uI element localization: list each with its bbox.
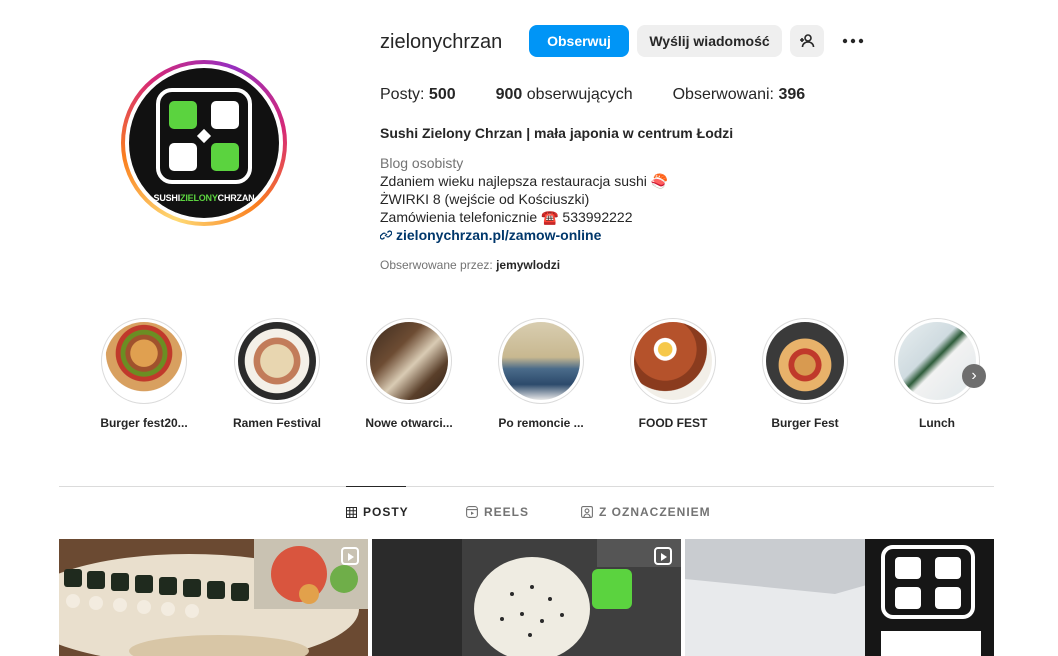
- followers-link[interactable]: 900 obserwujących: [496, 86, 633, 104]
- more-horizontal-icon: [842, 38, 864, 44]
- suggested-users-button[interactable]: [790, 25, 824, 57]
- highlight-cover-burger: [105, 322, 183, 400]
- logo-frame: [156, 88, 252, 184]
- story-highlight[interactable]: Po remoncie ...: [486, 318, 596, 430]
- post-thumbnail[interactable]: [59, 539, 368, 656]
- tagged-icon: [581, 506, 593, 518]
- profile-username: zielonychrzan: [380, 31, 503, 53]
- more-options-button[interactable]: [836, 25, 870, 57]
- bio-line: Zamówienia telefonicznie ☎️ 533992222: [380, 209, 633, 225]
- story-highlight[interactable]: FOOD FEST: [618, 318, 728, 430]
- highlight-cover-food: [634, 322, 712, 400]
- followed-by[interactable]: Obserwowane przez: jemywlodzi: [380, 258, 560, 272]
- tab-posts[interactable]: POSTY: [346, 505, 409, 519]
- highlight-cover-mural: [502, 322, 580, 400]
- story-highlight[interactable]: Ramen Festival: [222, 318, 332, 430]
- story-highlight[interactable]: Burger Fest: [750, 318, 860, 430]
- profile-stats: Posty: 500 900 obserwujących Obserwowani…: [380, 86, 845, 104]
- story-highlight[interactable]: Nowe otwarci...: [354, 318, 464, 430]
- highlight-cover-sushi: [898, 322, 976, 400]
- follow-button[interactable]: Obserwuj: [529, 25, 629, 57]
- story-highlight[interactable]: Burger fest20...: [89, 318, 199, 430]
- reels-icon: [466, 506, 478, 518]
- tabs-divider: [59, 486, 994, 487]
- reel-badge-icon: [654, 547, 672, 565]
- reel-badge-icon: [341, 547, 359, 565]
- highlight-cover-burger: [766, 322, 844, 400]
- chevron-right-icon: ›: [971, 367, 977, 384]
- highlight-cover-ramen: [238, 322, 316, 400]
- storefront-sign-photo: [685, 539, 994, 656]
- active-tab-indicator: [346, 486, 406, 487]
- post-thumbnail[interactable]: [372, 539, 681, 656]
- avatar: SUSHIZIELONYCHRZAN: [129, 68, 279, 218]
- person-plus-icon: [800, 34, 815, 48]
- profile-avatar-ring[interactable]: SUSHIZIELONYCHRZAN: [121, 60, 287, 226]
- ice-cream-photo: [372, 539, 681, 656]
- profile-full-name: Sushi Zielony Chrzan | mała japonia w ce…: [380, 125, 734, 141]
- link-icon: [380, 230, 392, 240]
- profile-website-link[interactable]: zielonychrzan.pl/zamow-online: [380, 227, 601, 243]
- highlights-next-button[interactable]: ›: [962, 364, 986, 388]
- highlight-cover-interior: [370, 322, 448, 400]
- bio-line: Zdaniem wieku najlepsza restauracja sush…: [380, 173, 669, 189]
- following-link[interactable]: Obserwowani: 396: [673, 86, 806, 104]
- message-button[interactable]: Wyślij wiadomość: [637, 25, 782, 57]
- profile-category: Blog osobisty: [380, 155, 464, 171]
- tab-reels[interactable]: REELS: [466, 505, 529, 519]
- grid-icon: [346, 506, 357, 518]
- posts-count: Posty: 500: [380, 86, 456, 103]
- bio-line: ŻWIRKI 8 (wejście od Kościuszki): [380, 191, 590, 207]
- tab-tagged[interactable]: Z OZNACZENIEM: [581, 505, 711, 519]
- sushi-platter-photo: [59, 539, 368, 656]
- post-thumbnail[interactable]: [685, 539, 994, 656]
- logo-wordmark: SUSHIZIELONYCHRZAN: [153, 193, 255, 203]
